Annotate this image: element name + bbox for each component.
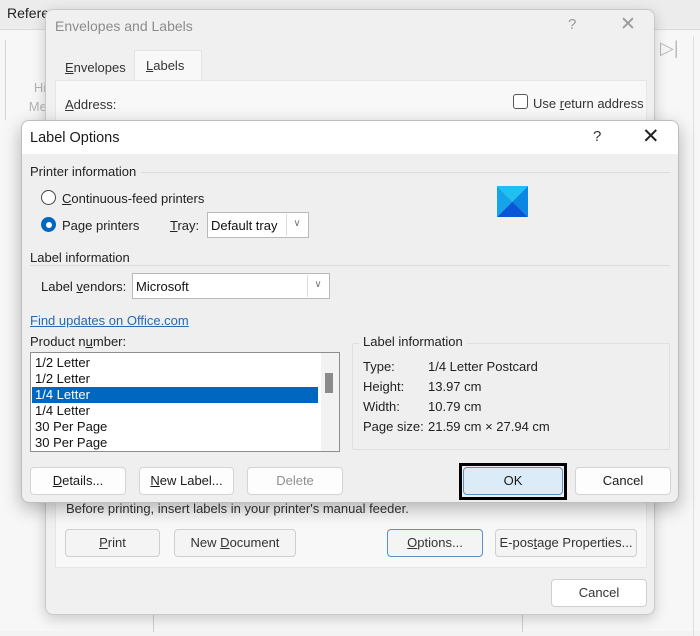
button-label: E-pos	[499, 535, 534, 550]
address-label-text: ddress:	[73, 97, 117, 112]
label-options-dialog: Label Options ? ✕ Printer information Co…	[21, 120, 679, 503]
ok-button[interactable]: OK	[463, 467, 563, 495]
delete-button[interactable]: Delete	[247, 467, 343, 495]
dialog-title: Label Options	[30, 130, 120, 146]
find-updates-link[interactable]: Find updates on Office.com	[30, 313, 189, 328]
label-part: Product n	[30, 334, 86, 349]
title-bar: Label Options ? ✕	[22, 121, 678, 154]
close-icon[interactable]: ✕	[620, 13, 636, 36]
label-information-heading: Label information	[30, 250, 135, 265]
button-label: rint	[107, 535, 126, 550]
button-label: ocument	[229, 535, 280, 550]
print-button[interactable]: Print	[65, 529, 160, 557]
use-return-address-label[interactable]: Use return address	[533, 96, 644, 111]
details-button[interactable]: Details...	[30, 467, 126, 495]
button-label: age Properties...	[537, 535, 633, 550]
height-key: Height:	[363, 379, 405, 394]
button-label: ptions...	[417, 535, 463, 550]
cancel-button[interactable]: Cancel	[575, 467, 671, 495]
button-accel: D	[52, 473, 63, 488]
button-accel: D	[220, 535, 230, 550]
ribbon-divider	[693, 36, 694, 636]
label-part: ray:	[177, 218, 200, 233]
button-label: ew Label...	[159, 473, 223, 488]
label-information-panel-title: Label information	[359, 334, 467, 349]
help-icon[interactable]: ?	[568, 16, 576, 33]
cancel-button[interactable]: Cancel	[551, 579, 647, 607]
tray-value: Default tray	[211, 218, 278, 233]
list-item[interactable]: 1/4 Letter	[32, 403, 318, 419]
tab-label: abels	[153, 58, 185, 73]
dialog-title: Envelopes and Labels	[55, 18, 193, 34]
label-part: endors:	[82, 279, 127, 294]
product-number-label: Product number:	[30, 334, 126, 349]
label-part: Use	[533, 96, 560, 111]
type-value: 1/4 Letter Postcard	[428, 359, 538, 374]
tab-envelopes[interactable]: Envelopes	[54, 50, 129, 82]
vendor-value: Microsoft	[136, 279, 189, 294]
tray-dropdown[interactable]: Default tray ∨	[207, 212, 309, 238]
label-vendors-dropdown[interactable]: Microsoft ∨	[132, 273, 330, 299]
group-divider	[30, 265, 670, 266]
label-accel: C	[62, 191, 72, 206]
button-accel: O	[407, 535, 418, 550]
windows-logo-icon	[497, 186, 528, 217]
page-size-value: 21.59 cm × 27.94 cm	[428, 419, 550, 434]
page-printers-label[interactable]: Page printers	[62, 218, 139, 233]
list-item[interactable]: 1/2 Letter	[32, 371, 318, 387]
label-part: Label	[41, 279, 77, 294]
label-part: mber:	[92, 334, 127, 349]
tab-accel: E	[65, 60, 74, 75]
width-value: 10.79 cm	[428, 399, 482, 414]
new-label-button[interactable]: New Label...	[139, 467, 234, 495]
listbox-scrollbar[interactable]	[321, 353, 339, 451]
help-icon[interactable]: ?	[593, 128, 601, 145]
use-return-address-checkbox[interactable]	[513, 94, 528, 109]
button-label: etails...	[62, 473, 104, 488]
address-accel: A	[65, 97, 74, 112]
list-item[interactable]: 30 Per Page	[32, 419, 318, 435]
label-part: eturn address	[564, 96, 644, 111]
options-button[interactable]: Options...	[387, 529, 483, 557]
feeder-instruction-text: Before printing, insert labels in your p…	[66, 501, 409, 516]
close-icon[interactable]: ✕	[642, 124, 660, 149]
document-page-edge	[153, 612, 523, 632]
address-label: Address:	[65, 97, 116, 112]
height-value: 13.97 cm	[428, 379, 482, 394]
list-item[interactable]: 1/2 Letter	[32, 355, 318, 371]
e-postage-properties-button[interactable]: E-postage Properties...	[495, 529, 637, 557]
type-key: Type:	[363, 359, 395, 374]
product-number-listbox[interactable]: 1/2 Letter 1/2 Letter 1/4 Letter 1/4 Let…	[30, 352, 340, 452]
label-vendors-label: Label vendors:	[41, 279, 126, 294]
tab-label: nvelopes	[73, 60, 126, 75]
continuous-feed-label[interactable]: Continuous-feed printers	[62, 191, 204, 206]
button-accel: N	[150, 473, 160, 488]
list-item-selected[interactable]: 1/4 Letter	[32, 387, 318, 403]
next-record-icon[interactable]: ▷|	[660, 38, 679, 59]
button-label: New	[190, 535, 221, 550]
label-part: ontinuous-feed printers	[71, 191, 205, 206]
label-part: e printers	[85, 218, 140, 233]
scrollbar-thumb[interactable]	[325, 373, 333, 393]
button-accel: P	[99, 535, 108, 550]
page-size-key: Page size:	[363, 419, 424, 434]
label-accel: u	[85, 334, 93, 349]
tab-labels[interactable]: Labels	[134, 50, 202, 82]
chevron-down-icon[interactable]: ∨	[307, 275, 328, 297]
list-item[interactable]: 30 Per Page	[32, 435, 318, 451]
continuous-feed-radio[interactable]	[41, 190, 56, 205]
tray-label: Tray:	[170, 218, 199, 233]
new-document-button[interactable]: New Document	[174, 529, 296, 557]
printer-information-heading: Printer information	[30, 164, 142, 179]
label-part: Pa	[62, 218, 78, 233]
ribbon-divider	[5, 40, 6, 120]
page-printers-radio[interactable]	[41, 217, 56, 232]
chevron-down-icon[interactable]: ∨	[286, 214, 307, 236]
width-key: Width:	[363, 399, 400, 414]
